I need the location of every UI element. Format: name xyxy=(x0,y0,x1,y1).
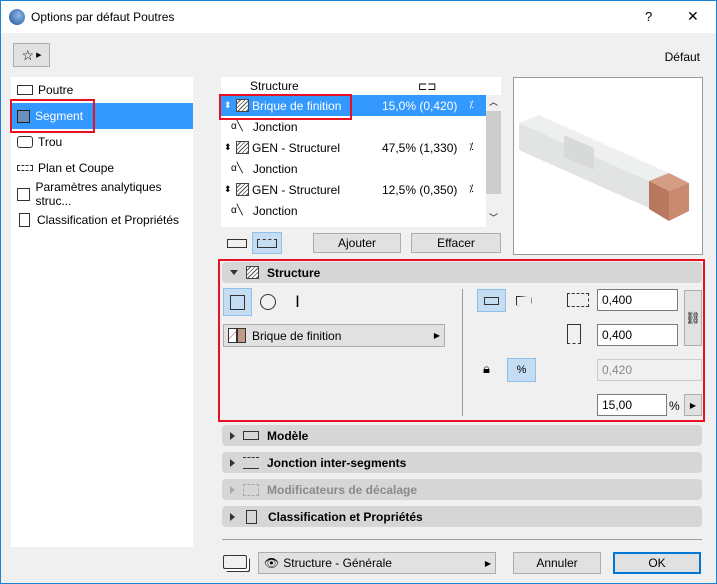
sidebar-item-segment[interactable]: Segment xyxy=(11,103,193,129)
layer-dropdown[interactable]: 👁︎ Structure - Générale ▶ xyxy=(258,552,496,574)
chain-link-icon: ⛓ xyxy=(685,311,701,325)
window-title: Options par défaut Poutres xyxy=(31,10,175,24)
ok-button[interactable]: OK xyxy=(613,552,701,574)
segment-cube-icon xyxy=(17,109,30,123)
list-row-joint[interactable]: α╲ Jonction xyxy=(221,200,486,221)
sidebar-item-classification[interactable]: Classification et Propriétés xyxy=(11,207,193,233)
scroll-down-icon[interactable]: ﹀ xyxy=(489,211,498,224)
profile-shape-button[interactable]: I xyxy=(283,288,312,316)
circle-shape-button[interactable] xyxy=(253,288,282,316)
tapered-section-button[interactable] xyxy=(509,289,538,312)
plan-section-icon xyxy=(17,165,33,171)
i-beam-icon: I xyxy=(295,292,300,311)
offset-modifier-icon xyxy=(243,483,259,496)
favorites-button[interactable]: ☆ ▶ xyxy=(13,43,50,67)
length-input xyxy=(597,359,702,381)
panel-classification[interactable]: Classification et Propriétés xyxy=(222,506,702,527)
scroll-up-icon[interactable]: ︿ xyxy=(489,95,498,108)
straight-view-icon[interactable] xyxy=(227,239,247,248)
junction-icon xyxy=(243,456,259,469)
list-row[interactable]: ⬍ GEN - Structurel 12,5% (0,350) ⁒ xyxy=(221,179,486,200)
add-button[interactable]: Ajouter xyxy=(313,233,401,253)
material-swatch-icon xyxy=(228,328,246,343)
eye-icon: 👁︎ xyxy=(264,556,280,570)
sidebar: Poutre Segment Trou Plan et Coupe Paramè… xyxy=(11,77,193,547)
lock-length-icon[interactable]: 🔒︎ xyxy=(483,361,490,377)
width-icon xyxy=(567,324,581,344)
footer-divider xyxy=(222,539,702,540)
close-button[interactable]: ✕ xyxy=(687,8,699,25)
list-scrollbar[interactable]: ︿ ﹀ xyxy=(486,95,501,227)
sidebar-item-poutre[interactable]: Poutre xyxy=(11,77,193,103)
width-input[interactable] xyxy=(597,324,678,346)
percent-menu-button[interactable]: ▶ xyxy=(684,394,702,416)
panel-modificateurs: Modificateurs de décalage xyxy=(222,479,702,500)
divider xyxy=(462,289,463,416)
joint-icon: α╲ xyxy=(231,163,243,174)
rectangle-shape-button[interactable] xyxy=(223,288,252,316)
hatch-icon xyxy=(236,183,249,196)
list-header: Structure ⊏⊐ xyxy=(221,77,486,95)
sidebar-item-trou[interactable]: Trou xyxy=(11,129,193,155)
tapered-view-icon xyxy=(257,238,277,248)
arrow-right-icon: ▶ xyxy=(484,558,491,568)
scrollbar-thumb[interactable] xyxy=(486,111,501,194)
rectangle-icon xyxy=(230,294,245,310)
structure-panel-header[interactable]: Structure xyxy=(222,262,702,283)
material-dropdown[interactable]: Brique de finition ▶ xyxy=(223,324,445,347)
sidebar-item-analytical[interactable]: Paramètres analytiques struc... xyxy=(11,180,193,208)
uniform-section-icon xyxy=(484,296,499,305)
hatch-icon xyxy=(246,266,259,279)
hatch-icon xyxy=(236,99,249,112)
percent-mode-button[interactable]: % xyxy=(507,358,536,382)
hole-icon xyxy=(17,136,33,148)
app-logo-icon xyxy=(9,9,25,25)
3d-preview xyxy=(513,77,703,255)
panel-jonction[interactable]: Jonction inter-segments xyxy=(222,452,702,473)
height-input[interactable] xyxy=(597,289,678,311)
joint-icon: α╲ xyxy=(231,205,243,216)
help-button[interactable]: ? xyxy=(645,9,652,24)
tapered-section-icon xyxy=(515,295,532,306)
circle-icon xyxy=(259,294,276,310)
percent-icon: ⁒ xyxy=(469,100,474,111)
title-bar: Options par défaut Poutres ? ✕ xyxy=(1,1,716,33)
panel-modele[interactable]: Modèle xyxy=(222,425,702,446)
document-icon xyxy=(246,509,257,524)
delete-button[interactable]: Effacer xyxy=(411,233,501,253)
preset-name: Défaut xyxy=(664,50,700,64)
percent-input[interactable] xyxy=(597,394,667,416)
layers-icon xyxy=(223,555,247,569)
analytical-icon xyxy=(17,187,31,201)
arrow-right-icon: ▶ xyxy=(689,400,697,410)
dialog-window: Options par défaut Poutres ? ✕ ☆ ▶ Défaut… xyxy=(0,0,717,584)
joint-icon: α╲ xyxy=(231,121,243,132)
length-column-icon: ⊏⊐ xyxy=(418,80,437,93)
list-row-joint[interactable]: α╲ Jonction xyxy=(221,158,486,179)
list-row-joint[interactable]: α╲ Jonction xyxy=(221,116,486,137)
percent-icon: % xyxy=(516,364,527,376)
beam-preview-image xyxy=(519,115,689,221)
percent-icon: ⁒ xyxy=(469,142,474,153)
percent-unit: % xyxy=(669,399,680,413)
list-row[interactable]: ⬍ GEN - Structurel 47,5% (1,330) ⁒ xyxy=(221,137,486,158)
list-row[interactable]: ⬍ Brique de finition 15,0% (0,420) ⁒ xyxy=(221,95,486,116)
favorites-star-icon: ☆ xyxy=(21,46,35,63)
hatch-icon xyxy=(236,141,249,154)
uniform-section-button[interactable] xyxy=(477,289,506,312)
model-icon xyxy=(243,431,259,440)
cancel-button[interactable]: Annuler xyxy=(513,552,601,574)
header-structure: Structure xyxy=(250,79,299,93)
sidebar-item-plan-coupe[interactable]: Plan et Coupe xyxy=(11,155,193,181)
tapered-view-button[interactable] xyxy=(252,232,282,254)
arrow-right-icon: ▶ xyxy=(433,331,440,340)
segment-list: Structure ⊏⊐ ⬍ Brique de finition 15,0% (0… xyxy=(221,77,501,227)
beam-icon xyxy=(17,85,33,95)
link-dimensions-button[interactable]: ⛓ xyxy=(684,290,702,346)
document-icon xyxy=(19,213,30,227)
percent-icon: ⁒ xyxy=(469,184,474,195)
height-icon xyxy=(567,293,589,307)
